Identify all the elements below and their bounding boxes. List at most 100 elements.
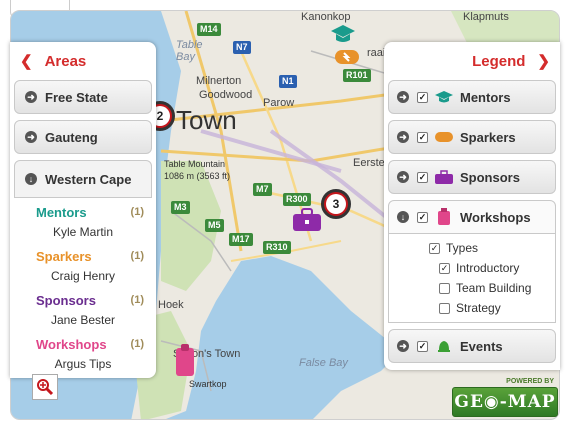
type-checkbox[interactable]: ✓: [439, 262, 450, 274]
legend-label: Mentors: [460, 89, 511, 105]
category-count: (1): [130, 338, 144, 350]
road-shield-r310: R310: [263, 241, 291, 254]
sparker-marker[interactable]: [333, 47, 363, 73]
arrow-right-icon: ➜: [397, 171, 409, 183]
type-introductory[interactable]: ✓ Introductory: [389, 258, 555, 278]
type-label: Team Building: [456, 281, 532, 295]
category-count: (1): [130, 294, 144, 306]
road-shield-n1: N1: [279, 75, 297, 88]
mentor-marker[interactable]: [329, 23, 359, 49]
chevron-left-icon[interactable]: ❮: [20, 52, 33, 70]
legend-checkbox[interactable]: ✓: [417, 211, 428, 223]
category-label: Sponsors: [36, 292, 96, 308]
category-label: Sparkers: [36, 248, 92, 264]
map-label-kanonkop: Kanonkop: [301, 11, 351, 23]
arrow-right-icon: ➜: [397, 131, 409, 143]
legend-checkbox[interactable]: ✓: [417, 340, 428, 352]
geo-map-logo: GE◉-MAP: [452, 387, 558, 417]
areas-panel: ❮ Areas ➜ Free State ➜ Gauteng ↓ Western…: [10, 42, 156, 378]
map-label-table-mountain-height: 1086 m (3563 ft): [164, 171, 231, 181]
types-label: Types: [446, 241, 479, 255]
category-workshops[interactable]: Workshops (1): [14, 334, 152, 354]
types-row[interactable]: ✓ Types: [389, 238, 555, 258]
legend-label: Sponsors: [460, 169, 520, 185]
map-label-parow: Parow: [263, 97, 295, 109]
road-shield-m3: M3: [171, 201, 190, 214]
types-checkbox[interactable]: ✓: [429, 242, 440, 254]
road-shield-m5: M5: [205, 219, 224, 232]
road-shield-m14: M14: [197, 23, 221, 36]
sponsor-marker[interactable]: [291, 207, 321, 233]
arrow-down-icon: ↓: [25, 173, 37, 185]
road-shield-m17: M17: [229, 233, 253, 246]
areas-header[interactable]: ❮ Areas: [10, 42, 156, 80]
chevron-right-icon[interactable]: ❯: [537, 52, 550, 70]
map-label-table-mountain: Table Mountain: [164, 159, 226, 169]
type-strategy[interactable]: Strategy: [389, 298, 555, 318]
legend-item-events[interactable]: ➜ ✓ Events: [388, 329, 556, 363]
western-cape-list: Mentors (1) Kyle Martin Sparkers (1) Cra…: [14, 198, 152, 382]
type-checkbox[interactable]: [439, 282, 450, 294]
legend-item-sparkers[interactable]: ➜ ✓ Sparkers: [388, 120, 556, 154]
legend-item-mentors[interactable]: ➜ ✓ Mentors: [388, 80, 556, 114]
category-label: Mentors: [36, 204, 87, 220]
legend-item-sponsors[interactable]: ➜ ✓ Sponsors: [388, 160, 556, 194]
legend-title: Legend: [472, 52, 526, 70]
workshop-types: ✓ Types ✓ Introductory Team Building Str…: [388, 234, 556, 323]
zoom-in-button[interactable]: [32, 374, 58, 400]
legend-item-workshops[interactable]: ↓ ✓ Workshops: [388, 200, 556, 234]
clipboard-icon: [434, 208, 454, 225]
type-team-building[interactable]: Team Building: [389, 278, 555, 298]
cluster-marker-center[interactable]: 3: [321, 189, 351, 219]
areas-title: Areas: [44, 52, 87, 70]
category-mentors[interactable]: Mentors (1): [14, 202, 152, 222]
arrow-down-icon: ↓: [397, 211, 409, 223]
magnifier-plus-icon: [37, 379, 54, 396]
type-checkbox[interactable]: [439, 302, 450, 314]
category-count: (1): [130, 250, 144, 262]
legend-checkbox[interactable]: ✓: [417, 91, 428, 103]
member-item[interactable]: Jane Bester: [14, 310, 152, 334]
map-label-hoek: Hoek: [158, 299, 184, 311]
geo-map-branding: POWERED BY GE◉-MAP: [452, 378, 558, 420]
graduation-cap-icon: [331, 25, 355, 42]
road-shield-r300: R300: [283, 193, 311, 206]
clipboard-icon: [176, 344, 194, 376]
graduation-cap-icon: [434, 89, 454, 105]
cluster-count: 3: [326, 194, 346, 214]
arrow-right-icon: ➜: [397, 91, 409, 103]
type-label: Introductory: [456, 261, 520, 275]
road-shield-n7: N7: [233, 41, 251, 54]
sparker-icon: [434, 129, 454, 145]
arrow-right-icon: ➜: [397, 340, 409, 352]
map-label-town: Town: [176, 105, 237, 135]
category-label: Workshops: [36, 336, 107, 352]
legend-checkbox[interactable]: ✓: [417, 171, 428, 183]
arrow-right-icon: ➜: [25, 131, 37, 143]
sparker-icon: [335, 50, 359, 64]
category-sparkers[interactable]: Sparkers (1): [14, 246, 152, 266]
map-label-goodwood: Goodwood: [199, 89, 253, 101]
member-item[interactable]: Kyle Martin: [14, 222, 152, 246]
road-shield-m7: M7: [253, 183, 272, 196]
briefcase-icon: [293, 208, 321, 231]
category-sponsors[interactable]: Sponsors (1): [14, 290, 152, 310]
category-count: (1): [130, 206, 144, 218]
legend-label: Workshops: [460, 209, 531, 225]
area-label: Gauteng: [45, 129, 98, 145]
area-western-cape[interactable]: ↓ Western Cape: [14, 160, 152, 198]
map-label-false-bay: False Bay: [299, 357, 348, 369]
area-gauteng[interactable]: ➜ Gauteng: [14, 120, 152, 154]
legend-header[interactable]: Legend ❯: [384, 42, 560, 80]
briefcase-icon: [434, 169, 454, 185]
member-item[interactable]: Craig Henry: [14, 266, 152, 290]
legend-label: Events: [460, 338, 503, 354]
area-label: Free State: [45, 89, 108, 105]
map-label-milnerton: Milnerton: [196, 75, 242, 87]
area-free-state[interactable]: ➜ Free State: [14, 80, 152, 114]
workshop-marker[interactable]: [173, 343, 203, 379]
legend-checkbox[interactable]: ✓: [417, 131, 428, 143]
arrow-right-icon: ➜: [25, 91, 37, 103]
legend-label: Sparkers: [460, 129, 516, 145]
bell-icon: [434, 338, 454, 354]
